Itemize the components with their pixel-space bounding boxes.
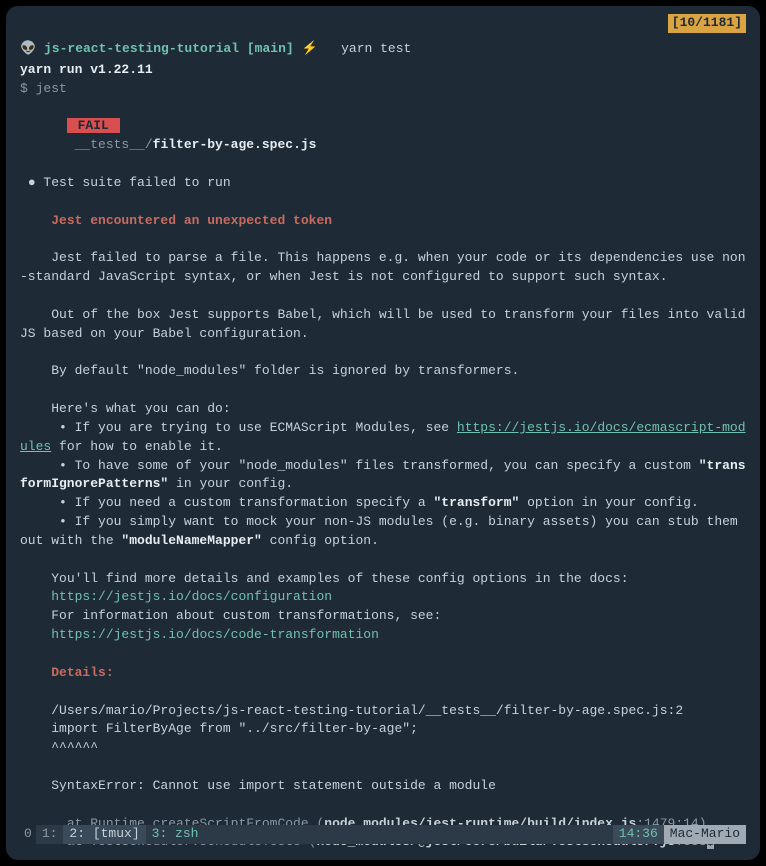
suggestion-4: • If you simply want to mock your non-JS… bbox=[20, 513, 746, 551]
suggestion-3: • If you need a custom transformation sp… bbox=[20, 494, 746, 513]
details-header: Details: bbox=[20, 664, 746, 683]
git-branch: [main] bbox=[247, 41, 294, 56]
shell-prompt: 👽 js-react-testing-tutorial [main] ⚡ yar… bbox=[20, 40, 746, 59]
scroll-position-indicator: [10/1181] bbox=[668, 14, 746, 33]
docs-hint: You'll find more details and examples of… bbox=[20, 570, 746, 589]
fail-badge: FAIL bbox=[67, 118, 120, 133]
tmux-hostname: Mac-Mario bbox=[664, 825, 746, 844]
tmux-statusbar[interactable]: 0 1: 2: [tmux] 3: zsh 14:36 Mac-Mario bbox=[20, 825, 746, 844]
configuration-link[interactable]: https://jestjs.io/docs/configuration bbox=[20, 588, 746, 607]
error-explain-1: Jest failed to parse a file. This happen… bbox=[20, 249, 746, 287]
code-transformation-link[interactable]: https://jestjs.io/docs/code-transformati… bbox=[20, 626, 746, 645]
syntax-error-line: SyntaxError: Cannot use import statement… bbox=[20, 777, 746, 796]
fail-line: FAIL __tests__/filter-by-age.spec.js bbox=[20, 99, 746, 174]
suggestion-1: • If you are trying to use ECMAScript Mo… bbox=[20, 419, 746, 457]
suggestions-header: Here's what you can do: bbox=[20, 400, 746, 419]
test-dir: __tests__/ bbox=[75, 137, 153, 152]
suggestion-2: • To have some of your "node_modules" fi… bbox=[20, 457, 746, 495]
typed-command: yarn test bbox=[341, 41, 411, 56]
error-explain-2: Out of the box Jest supports Babel, whic… bbox=[20, 306, 746, 344]
detail-file-path: /Users/mario/Projects/js-react-testing-t… bbox=[20, 702, 746, 721]
tmux-clock: 14:36 bbox=[613, 825, 664, 844]
tmux-window-3[interactable]: 3: zsh bbox=[146, 825, 205, 844]
jest-invocation: $ jest bbox=[20, 80, 746, 99]
terminal-window[interactable]: [10/1181] 👽 js-react-testing-tutorial [m… bbox=[6, 6, 760, 860]
test-file: filter-by-age.spec.js bbox=[153, 137, 317, 152]
cwd-path: js-react-testing-tutorial bbox=[44, 41, 239, 56]
suite-failed-msg: ● Test suite failed to run bbox=[20, 174, 746, 193]
caret-indicator: ^^^^^^ bbox=[20, 739, 746, 758]
terminal-output: yarn run v1.22.11 $ jest FAIL __tests__/… bbox=[20, 61, 746, 852]
error-explain-3: By default "node_modules" folder is igno… bbox=[20, 362, 746, 381]
tmux-session-number[interactable]: 0 bbox=[20, 825, 36, 844]
detail-import-line: import FilterByAge from "../src/filter-b… bbox=[20, 720, 746, 739]
bolt-icon: ⚡ bbox=[301, 41, 317, 56]
yarn-version-line: yarn run v1.22.11 bbox=[20, 61, 746, 80]
error-header: Jest encountered an unexpected token bbox=[20, 212, 746, 231]
ghost-icon: 👽 bbox=[20, 41, 36, 56]
transform-hint: For information about custom transformat… bbox=[20, 607, 746, 626]
tmux-window-2[interactable]: 2: [tmux] bbox=[63, 825, 145, 844]
tmux-window-1[interactable]: 1: bbox=[36, 825, 64, 844]
